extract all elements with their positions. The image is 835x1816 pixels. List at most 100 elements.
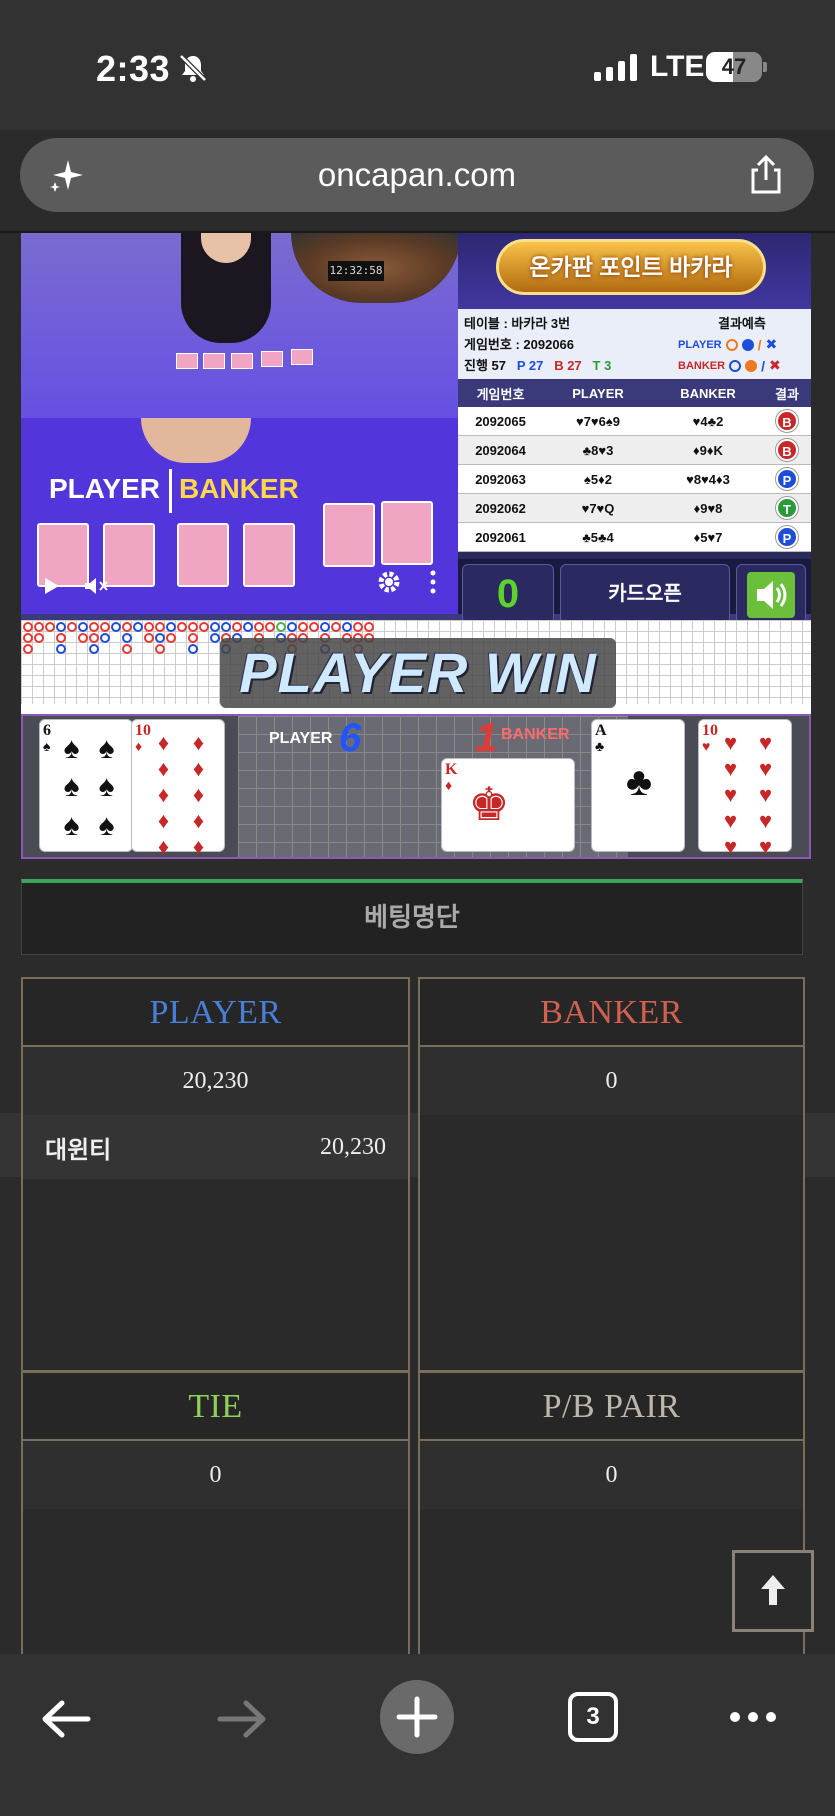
tie-bet-panel: TIE 0 [21,1371,410,1661]
banker-card-3: 10 ♥ ♥ ♥ ♥ ♥ ♥ ♥ ♥ ♥ ♥ ♥ [698,719,792,859]
bead-road-mark [210,622,220,632]
bead-road-mark [45,622,55,632]
bead-road-mark [199,622,209,632]
clock-time: 2:33 [96,48,171,89]
bead-road-mark [122,622,132,632]
history-row: 2092063 ♠5♦2 ♥8♥4♦3 P [458,465,811,494]
player-bet-entry: 대윈티 20,230 [23,1115,408,1179]
history-row: 2092062 ♥7♥Q ♦9♥8 T [458,494,811,523]
sound-button[interactable] [736,564,806,624]
bead-road-mark [243,622,253,632]
bead-road-mark [276,622,286,632]
tab-switcher-button[interactable]: 3 [568,1692,618,1742]
predict-title: 결과예측 [718,316,766,331]
banker-score-label: BANKER [501,726,570,743]
history-banker-cards: ♦5♥7 [693,529,723,545]
bead-road-mark [265,622,275,632]
bead-road-mark [155,633,165,643]
mute-icon[interactable] [83,576,109,596]
history-row: 2092061 ♣5♣4 ♦5♥7 P [458,523,811,552]
back-arrow-icon[interactable] [40,1698,92,1740]
share-icon[interactable] [746,154,786,196]
scroll-to-top-button[interactable] [732,1550,814,1632]
banker-card-1: K ♦ ♚ [441,758,575,852]
history-player-cards: ♥7♥Q [581,500,615,516]
bead-road-mark [232,622,242,632]
bead-road-mark [67,622,77,632]
felt-banker-label: BANKER [179,473,299,504]
table-info: 테이블 : 바카라 3번 게임번호 : 2092066 진행 57 P 27 B… [458,309,811,379]
arrow-up-icon [761,1575,785,1605]
felt-player-label: PLAYER [49,473,161,504]
baccarat-game-widget: 12:32:58 PLAYER BANKER 온카판 포인트 바카라 테이블:… [21,233,811,859]
bead-road-mark [56,633,66,643]
history-player-cards: ♠5♦2 [584,471,612,487]
history-result-badge: P [776,526,798,548]
browser-toolbar: 3 [0,1654,835,1816]
bead-road-mark [34,622,44,632]
bead-road-mark [254,622,264,632]
player-card-2: 10 ♦ ♦ ♦ ♦ ♦ ♦ ♦ ♦ ♦ ♦ ♦ [131,719,225,859]
card-open-button[interactable]: 카드오픈 [560,564,730,624]
game-info-panel: 온카판 포인트 바카라 테이블 : 바카라 3번 게임번호 : 2092066 … [458,233,811,624]
battery-icon: 47 [706,52,762,82]
more-vertical-icon[interactable] [430,570,436,594]
history-banker-cards: ♥4♣2 [692,413,724,429]
speaker-icon [757,581,787,609]
banker-bet-total: 0 [420,1047,803,1115]
game-logo: 온카판 포인트 바카라 [458,233,811,309]
predict-banker-row[interactable]: BANKER / ✖ [678,357,781,374]
live-video-stream[interactable]: 12:32:58 PLAYER BANKER [21,233,458,614]
url-text[interactable]: oncapan.com [20,156,814,194]
bead-road-mark [188,622,198,632]
bead-road-mark [166,633,176,643]
address-bar[interactable]: oncapan.com [20,138,814,212]
player-score-label: PLAYER [269,730,333,747]
bead-road-mark [287,622,297,632]
play-icon[interactable] [43,576,61,596]
player-win-banner: PLAYER WIN [220,638,616,708]
bead-road-mark [34,633,44,643]
bead-road-mark [100,622,110,632]
bead-road-mark [23,633,33,643]
predict-player-row[interactable]: PLAYER / ✖ [678,336,777,353]
bead-road-mark [23,644,33,654]
progress-stats: 진행 57 P 27 B 27 T 3 [464,358,612,373]
history-result-badge: B [776,439,798,461]
bead-road-mark [89,633,99,643]
more-horizontal-icon[interactable] [728,1710,778,1724]
bead-road-mark [188,644,198,654]
table-name: 테이블 : 바카라 3번 [464,316,571,331]
network-type: LTE [650,50,705,83]
bead-road-mark [111,622,121,632]
battery-level: 47 [721,54,747,79]
bead-road-mark [364,622,374,632]
bead-road-mark [298,622,308,632]
game-controls: 0 카드오픈 [458,559,811,624]
dealt-cards-area: 6 ♠ ♠ ♠ ♠ ♠ ♠ ♠ 10 ♦ ♦ ♦ ♦ ♦ ♦ ♦ ♦ ♦ ♦ ♦ PLAYER 6 1 BA… [21,714,811,859]
history-banker-cards: ♦9♥8 [693,500,723,516]
forward-arrow-icon[interactable] [216,1698,268,1740]
history-game-no: 2092062 [475,500,526,516]
new-tab-button[interactable] [380,1680,454,1754]
player-bet-header: PLAYER [23,979,408,1047]
bead-road-mark [144,622,154,632]
signal-icon [594,54,637,81]
player-score: 6 [339,716,362,760]
banker-bet-panel: BANKER 0 [418,977,805,1372]
bead-road-mark [56,644,66,654]
pair-bet-header: P/B PAIR [420,1373,803,1441]
banker-score: 1 [475,716,498,760]
history-game-no: 2092061 [475,529,526,545]
tie-bet-total: 0 [23,1441,408,1509]
history-game-no: 2092064 [475,442,526,458]
settings-gear-icon[interactable] [376,569,402,595]
bead-road-mark [78,633,88,643]
history-row: 2092065 ♥7♥6♠9 ♥4♣2 B [458,407,811,436]
bead-road-mark [155,622,165,632]
bead-road-mark [100,633,110,643]
player-bet-total: 20,230 [23,1047,408,1115]
status-bar: 2:33 LTE 47 [0,0,835,130]
tie-bet-header: TIE [23,1373,408,1441]
bead-road-mark [144,633,154,643]
